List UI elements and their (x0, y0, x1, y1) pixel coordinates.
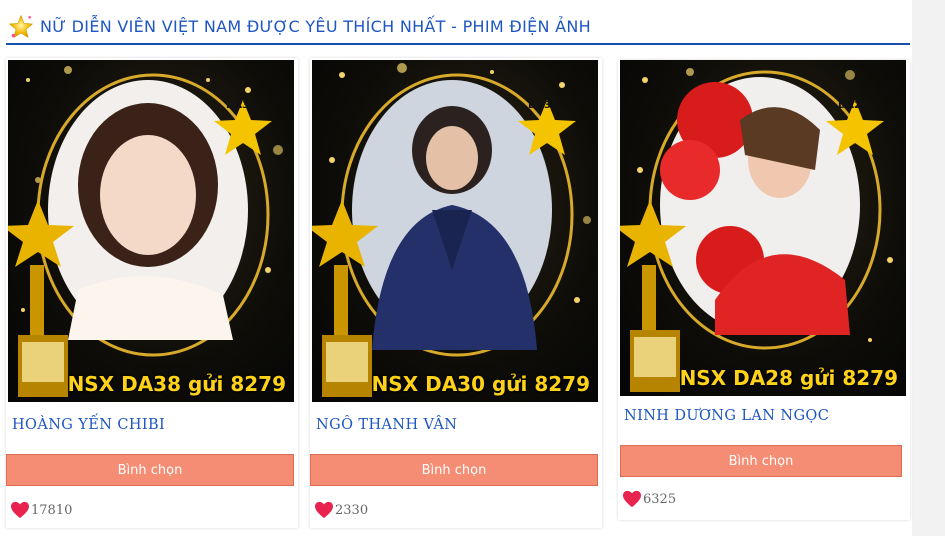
page-margin (912, 0, 945, 536)
heart-icon (315, 501, 333, 519)
star-icon (8, 14, 34, 38)
vote-count-row: 2330 (314, 501, 368, 519)
actress-card: DA38 NSX DA38 gửi 8279 HOÀNG YẾN CHIBI B… (6, 58, 298, 528)
vote-button[interactable]: Bình chọn (6, 454, 294, 486)
vote-button[interactable]: Bình chọn (620, 445, 902, 477)
poster-artwork (8, 66, 283, 397)
poster-artwork (312, 63, 591, 397)
promo-text: NSX DA30 gửi 8279 (371, 372, 590, 396)
promo-text: NSX DA38 gửi 8279 (67, 372, 286, 396)
actress-card: DA28 NSX DA28 gửi 8279 NINH DƯƠNG LAN NG… (618, 60, 910, 520)
vote-button[interactable]: Bình chọn (310, 454, 598, 486)
actress-poster[interactable]: DA38 NSX DA38 gửi 8279 (8, 60, 294, 402)
code-badge: DA28 (838, 100, 868, 111)
page-title: NỮ DIỄN VIÊN VIỆT NAM ĐƯỢC YÊU THÍCH NHẤ… (40, 17, 592, 36)
promo-text: NSX DA28 gửi 8279 (679, 366, 898, 390)
code-badge: DA30 (528, 100, 558, 111)
heart-icon (11, 501, 29, 519)
vote-count: 6325 (643, 491, 677, 507)
vote-count-row: 6325 (622, 490, 676, 508)
vote-count-row: 17810 (10, 501, 72, 519)
section-header: NỮ DIỄN VIÊN VIỆT NAM ĐƯỢC YÊU THÍCH NHẤ… (6, 10, 910, 45)
actress-poster[interactable]: DA30 NSX DA30 gửi 8279 (312, 60, 598, 402)
vote-count: 17810 (31, 502, 73, 518)
actress-name[interactable]: NGÔ THANH VÂN (316, 417, 457, 433)
actress-card: DA30 NSX DA30 gửi 8279 NGÔ THANH VÂN Bìn… (310, 58, 602, 528)
vote-count: 2330 (335, 502, 369, 518)
code-badge: DA38 (226, 100, 256, 111)
actress-poster[interactable]: DA28 NSX DA28 gửi 8279 (620, 60, 906, 396)
actress-name[interactable]: HOÀNG YẾN CHIBI (12, 417, 165, 433)
heart-icon (623, 490, 641, 508)
actress-name[interactable]: NINH DƯƠNG LAN NGỌC (624, 408, 829, 424)
